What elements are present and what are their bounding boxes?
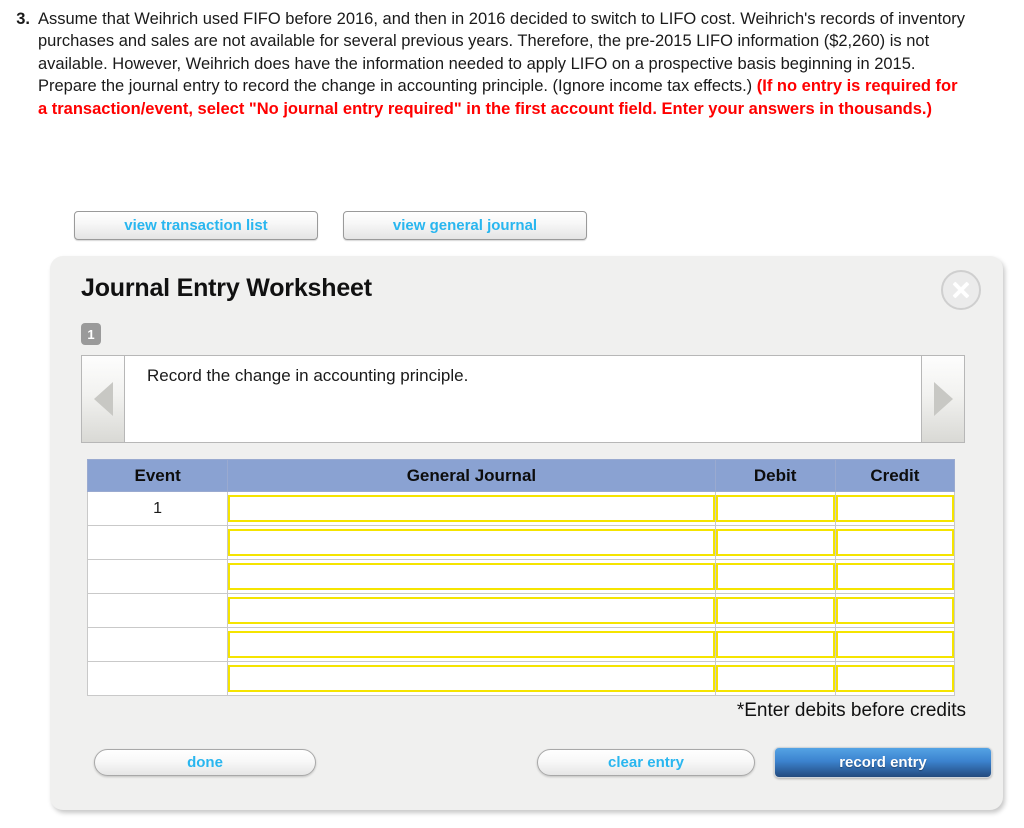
event-cell: [86, 559, 229, 594]
general-journal-cell[interactable]: [227, 627, 716, 662]
credit-input[interactable]: [835, 529, 954, 556]
debit-cell[interactable]: [714, 593, 836, 628]
question-text: Assume that Weihrich used FIFO before 20…: [38, 8, 966, 120]
debit-input[interactable]: [715, 597, 835, 624]
clear-entry-button[interactable]: clear entry: [537, 749, 755, 776]
table-row: [86, 559, 956, 594]
table-row: [86, 593, 956, 628]
credit-cell[interactable]: [834, 661, 956, 696]
debit-input[interactable]: [715, 563, 835, 590]
question-number: 3.: [16, 10, 30, 28]
step-badge-1[interactable]: 1: [81, 323, 101, 345]
table-row: [86, 661, 956, 696]
debit-cell[interactable]: [714, 661, 836, 696]
credit-input[interactable]: [835, 665, 954, 692]
general-journal-input[interactable]: [228, 665, 715, 692]
event-cell: [86, 627, 229, 662]
credit-input[interactable]: [835, 597, 954, 624]
general-journal-cell[interactable]: [227, 593, 716, 628]
done-button[interactable]: done: [94, 749, 316, 776]
table-row: [86, 627, 956, 662]
description-strip: Record the change in accounting principl…: [81, 355, 965, 443]
event-cell: [86, 525, 229, 560]
credit-cell[interactable]: [834, 627, 956, 662]
record-entry-button[interactable]: record entry: [774, 747, 992, 778]
debit-cell[interactable]: [714, 559, 836, 594]
view-buttons-row: view transaction list view general journ…: [74, 211, 587, 240]
general-journal-input[interactable]: [228, 597, 715, 624]
chevron-left-icon: [93, 382, 113, 416]
general-journal-input[interactable]: [228, 529, 715, 556]
credit-cell[interactable]: [834, 525, 956, 560]
general-journal-input[interactable]: [228, 495, 715, 522]
prev-entry-button[interactable]: [82, 356, 125, 442]
entry-description: Record the change in accounting principl…: [125, 356, 921, 442]
general-journal-cell[interactable]: [227, 661, 716, 696]
debit-input[interactable]: [715, 529, 835, 556]
journal-entry-table: Event General Journal Debit Credit 1: [86, 459, 956, 696]
debits-before-credits-note: *Enter debits before credits: [736, 700, 966, 721]
table-row: [86, 525, 956, 560]
event-cell: [86, 593, 229, 628]
column-header-credit: Credit: [834, 459, 956, 492]
view-transaction-list-button[interactable]: view transaction list: [74, 211, 318, 240]
event-cell: [86, 661, 229, 696]
debit-input[interactable]: [715, 631, 835, 658]
debit-cell[interactable]: [714, 525, 836, 560]
page-title: Journal Entry Worksheet: [81, 274, 372, 302]
credit-input[interactable]: [835, 563, 954, 590]
credit-input[interactable]: [835, 495, 954, 522]
general-journal-cell[interactable]: [227, 491, 716, 526]
close-icon[interactable]: [941, 270, 981, 310]
column-header-general-journal: General Journal: [227, 459, 716, 492]
credit-cell[interactable]: [834, 593, 956, 628]
general-journal-input[interactable]: [228, 631, 715, 658]
general-journal-cell[interactable]: [227, 525, 716, 560]
view-general-journal-button[interactable]: view general journal: [343, 211, 587, 240]
credit-cell[interactable]: [834, 559, 956, 594]
next-entry-button[interactable]: [921, 356, 964, 442]
credit-cell[interactable]: [834, 491, 956, 526]
column-header-debit: Debit: [714, 459, 836, 492]
table-row: 1: [86, 491, 956, 526]
debit-cell[interactable]: [714, 627, 836, 662]
general-journal-input[interactable]: [228, 563, 715, 590]
journal-entry-worksheet-panel: Journal Entry Worksheet 1 Record the cha…: [50, 256, 1003, 810]
debit-input[interactable]: [715, 495, 835, 522]
general-journal-cell[interactable]: [227, 559, 716, 594]
column-header-event: Event: [86, 459, 229, 492]
chevron-right-icon: [933, 382, 953, 416]
credit-input[interactable]: [835, 631, 954, 658]
debit-cell[interactable]: [714, 491, 836, 526]
event-cell: 1: [86, 491, 229, 526]
table-header-row: Event General Journal Debit Credit: [86, 459, 956, 492]
question-block: 3. Assume that Weihrich used FIFO before…: [0, 8, 1000, 120]
debit-input[interactable]: [715, 665, 835, 692]
